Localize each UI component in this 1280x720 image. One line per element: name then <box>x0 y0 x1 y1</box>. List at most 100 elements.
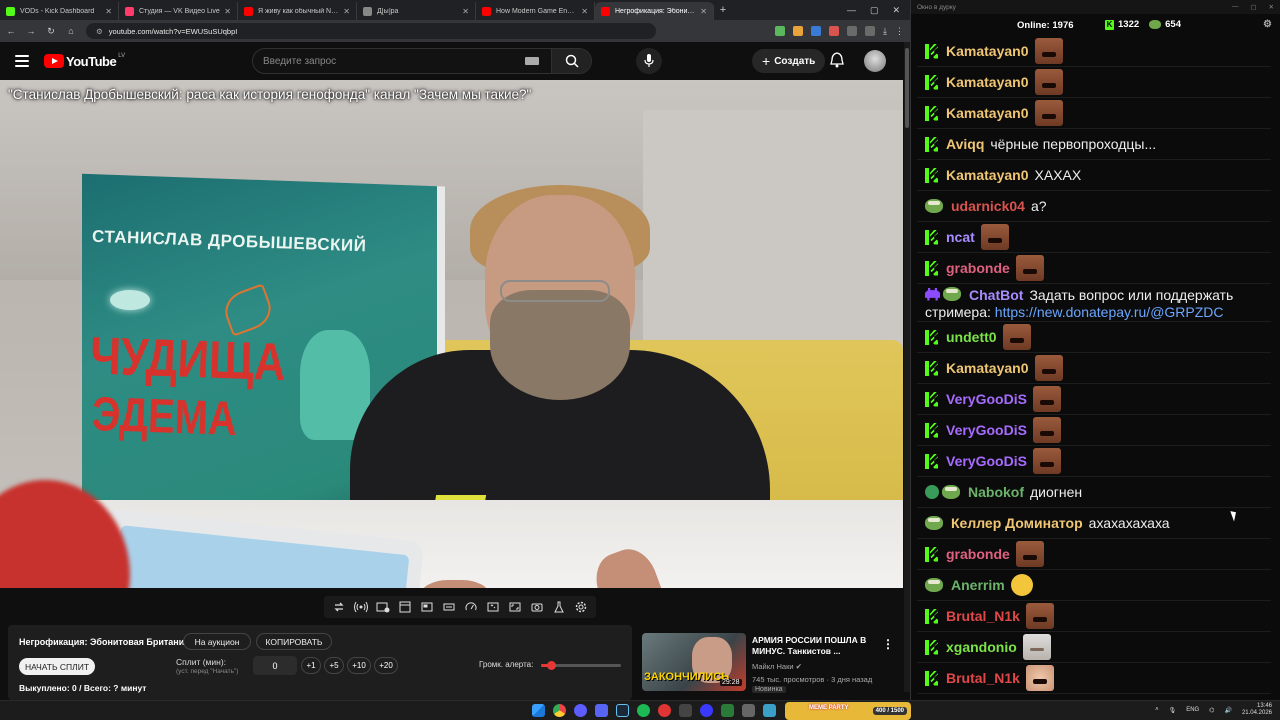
avatar[interactable] <box>864 50 886 72</box>
chat-username[interactable]: Nabokof <box>968 484 1024 500</box>
back-icon[interactable]: ← <box>6 26 16 36</box>
close-tab-icon[interactable]: ✕ <box>462 7 469 16</box>
chat-username[interactable]: ChatBot <box>969 287 1023 303</box>
menu-icon[interactable] <box>15 55 29 67</box>
app-icon[interactable] <box>763 704 776 717</box>
keyboard-icon[interactable] <box>525 57 539 65</box>
speed-icon[interactable] <box>462 598 480 616</box>
youtube-logo[interactable]: YouTube LV <box>44 53 125 69</box>
close-tab-icon[interactable]: ✕ <box>581 7 588 16</box>
alert-volume-knob[interactable] <box>546 661 556 670</box>
browser-tab[interactable]: Д[ы]ра ✕ <box>357 2 476 20</box>
app-icon[interactable] <box>742 704 755 717</box>
increment-button[interactable]: +1 <box>301 657 321 674</box>
chat-username[interactable]: xgandonio <box>946 639 1017 655</box>
donate-link[interactable]: https://new.donatepay.ru/@GRPZDC <box>995 304 1224 320</box>
more-options-icon[interactable]: ⋮ <box>882 637 894 651</box>
home-icon[interactable]: ⌂ <box>66 26 76 36</box>
increment-button[interactable]: +20 <box>374 657 398 674</box>
chat-username[interactable]: Aviqq <box>946 136 984 152</box>
new-tab-button[interactable]: + <box>714 4 732 16</box>
chat-username[interactable]: ncat <box>946 229 975 245</box>
chat-username[interactable]: undett0 <box>946 329 997 345</box>
close-tab-icon[interactable]: ✕ <box>700 7 707 16</box>
chat-username[interactable]: Brutal_N1k <box>946 670 1020 686</box>
chat-username[interactable]: Kamatayan0 <box>946 105 1029 121</box>
resize-icon[interactable] <box>506 598 524 616</box>
network-icon[interactable]: ⌬ <box>1209 707 1214 714</box>
chat-username[interactable]: Келлер Доминатор <box>951 515 1083 531</box>
recommended-video[interactable]: ЗАКОНЧИЛИСЬ 29:28 АРМИЯ РОССИИ ПОШЛА В М… <box>642 633 904 695</box>
steam-icon[interactable] <box>616 704 629 717</box>
maximize-icon[interactable]: ▢ <box>870 5 879 16</box>
app-icon[interactable] <box>721 704 734 717</box>
settings-icon[interactable]: ⚙ <box>1263 19 1272 30</box>
browser-tab[interactable]: VODs - Kick Dashboard ✕ <box>0 2 119 20</box>
chevron-up-icon[interactable]: ˄ <box>1155 707 1159 713</box>
theater-icon[interactable] <box>440 598 458 616</box>
queue-icon[interactable] <box>374 598 392 616</box>
minimize-icon[interactable]: — <box>1232 3 1239 11</box>
loop-icon[interactable] <box>330 598 348 616</box>
increment-button[interactable]: +5 <box>324 657 344 674</box>
app-icon[interactable] <box>658 704 671 717</box>
browser-tab[interactable]: How Modern Game Engines D...✕ <box>476 2 595 20</box>
video-player[interactable]: СТАНИСЛАВ ДРОБЫШЕВСКИЙ ЧУДИЩА ЭДЕМА "Ста… <box>0 80 903 588</box>
chat-username[interactable]: Kamatayan0 <box>946 43 1029 59</box>
app-icon[interactable] <box>700 704 713 717</box>
reload-icon[interactable]: ↻ <box>46 26 56 37</box>
chat-username[interactable]: VeryGooDiS <box>946 391 1027 407</box>
meme-party-widget[interactable]: MEME PARTY 400 / 1500 <box>785 702 911 720</box>
maximize-icon[interactable]: ▢ <box>1250 3 1256 11</box>
close-tab-icon[interactable]: ✕ <box>343 7 350 16</box>
chat-username[interactable]: VeryGooDiS <box>946 453 1027 469</box>
close-icon[interactable]: ✕ <box>1269 3 1274 11</box>
chrome-icon[interactable] <box>553 704 566 717</box>
spotify-icon[interactable] <box>637 704 650 717</box>
search-button[interactable] <box>551 49 591 73</box>
minimize-icon[interactable]: — <box>847 5 856 16</box>
discord-icon[interactable] <box>595 704 608 717</box>
alert-volume-slider[interactable] <box>541 661 621 670</box>
start-icon[interactable] <box>532 704 545 717</box>
close-tab-icon[interactable]: ✕ <box>105 7 112 16</box>
chat-username[interactable]: VeryGooDiS <box>946 422 1027 438</box>
volume-icon[interactable]: 🔊 <box>1224 707 1231 714</box>
menu-icon[interactable]: ⋮ <box>895 26 904 36</box>
search-box[interactable]: Введите запрос <box>252 48 592 74</box>
app-icon[interactable] <box>679 704 692 717</box>
increment-button[interactable]: +10 <box>347 657 371 674</box>
close-tab-icon[interactable]: ✕ <box>224 7 231 16</box>
screenshot-icon[interactable] <box>528 598 546 616</box>
app-icon[interactable] <box>574 704 587 717</box>
broadcast-icon[interactable] <box>352 598 370 616</box>
url-input[interactable]: ⚙ youtube.com/watch?v=EWUSuSUqbpI <box>86 23 656 39</box>
microphone-icon[interactable]: 🎙 <box>1169 707 1177 714</box>
chat-username[interactable]: Kamatayan0 <box>946 74 1029 90</box>
browser-tab[interactable]: Негрофикация: Эбонитова...✕ <box>595 2 714 20</box>
browser-tab[interactable]: Студия — VK Видео Live ✕ <box>119 2 238 20</box>
create-button[interactable]: + Создать <box>752 49 826 73</box>
close-icon[interactable]: ✕ <box>892 5 900 16</box>
settings-icon[interactable] <box>572 598 590 616</box>
site-info-icon[interactable]: ⚙ <box>96 27 103 36</box>
clapper-icon[interactable] <box>396 598 414 616</box>
chat-username[interactable]: Kamatayan0 <box>946 167 1029 183</box>
download-icon[interactable]: ⤓ <box>883 26 887 36</box>
extension-icon[interactable] <box>847 26 858 36</box>
search-input[interactable]: Введите запрос <box>253 56 525 67</box>
start-split-button[interactable]: НАЧАТЬ СПЛИТ <box>19 658 95 675</box>
notifications-button[interactable] <box>830 52 844 73</box>
chat-username[interactable]: Anerrim <box>951 577 1005 593</box>
extension-icon[interactable] <box>829 26 840 36</box>
copy-button[interactable]: КОПИРОВАТЬ <box>256 633 332 650</box>
channel-name[interactable]: Майкл Наки ✔ <box>752 662 802 671</box>
extension-icon[interactable] <box>775 26 786 36</box>
browser-tab[interactable]: Я живу как обычный NPC в К...✕ <box>238 2 357 20</box>
pip-icon[interactable] <box>418 598 436 616</box>
chat-username[interactable]: Kamatayan0 <box>946 360 1029 376</box>
voice-search-button[interactable] <box>636 48 662 74</box>
extension-icon[interactable] <box>865 26 876 36</box>
language-indicator[interactable]: ENG <box>1186 707 1199 713</box>
split-minutes-input[interactable]: 0 <box>253 656 297 675</box>
